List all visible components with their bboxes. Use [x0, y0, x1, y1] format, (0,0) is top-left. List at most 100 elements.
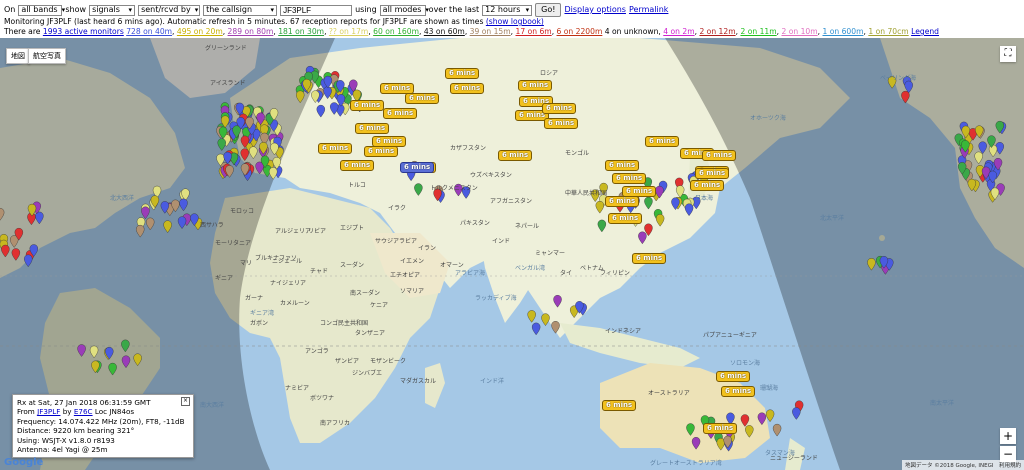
spot-time-label[interactable]: 6 mins [612, 173, 647, 184]
bands-select[interactable]: all bands ▾ [18, 4, 65, 16]
band-link[interactable]: 4 on 2m [663, 27, 694, 36]
spot-time-label[interactable]: 6 mins [721, 386, 756, 397]
modes-select[interactable]: all modes ▾ [379, 4, 429, 16]
place-label: アルジェリア [275, 228, 311, 235]
place-label: サウジアラビア [375, 238, 418, 245]
monitor-marker[interactable] [541, 313, 550, 326]
spot-time-label[interactable]: 6 mins [602, 400, 637, 411]
target-select[interactable]: the callsign ▾ [203, 4, 278, 16]
spot-time-label[interactable]: 6 mins [364, 146, 399, 157]
spot-time-label[interactable]: 6 mins [605, 160, 640, 171]
place-label: カザフスタン [450, 145, 487, 152]
monitor-marker[interactable] [527, 310, 536, 323]
band-link[interactable]: 728 on 40m [126, 27, 172, 36]
chevron-down-icon: ▾ [61, 6, 66, 14]
band-link[interactable]: ?? on 17m [329, 27, 368, 36]
place-label: 中華人民共和国 [565, 190, 608, 197]
place-label: ナミビア [285, 385, 310, 392]
monitor-marker[interactable] [765, 409, 775, 423]
spot-time-label[interactable]: 6 mins [383, 108, 418, 119]
spot-time-label[interactable]: 6 mins [355, 123, 390, 134]
monitors-line: There are 1993 active monitors 728 on 40… [4, 27, 1020, 37]
spot-time-label[interactable]: 6 mins [405, 93, 440, 104]
place-label: 西サハラ [200, 222, 224, 229]
band-link[interactable]: 2 on 11m [740, 27, 776, 36]
map-copyright[interactable]: 地図データ ©2018 Google, INEGI 利用規約 [902, 460, 1024, 470]
go-button[interactable]: Go! [535, 3, 562, 17]
band-link[interactable]: 6 on 2200m [557, 27, 603, 36]
spot-time-label-selected[interactable]: 6 mins [400, 162, 435, 173]
place-label: イラク [388, 205, 407, 212]
place-label: ミャンマー [535, 250, 566, 257]
spot-time-label[interactable]: 6 mins [605, 196, 640, 207]
period-select[interactable]: 12 hours ▾ [482, 4, 533, 16]
google-logo: Google [4, 457, 44, 468]
place-label: イラン [418, 245, 437, 252]
place-label: ガーナ [245, 295, 264, 302]
band-link[interactable]: 2 on 10m [781, 27, 817, 36]
spot-time-label[interactable]: 6 mins [608, 213, 643, 224]
info-distance: Distance: 9220 km bearing 321° [17, 426, 135, 436]
band-link[interactable]: 2 on 12m [699, 27, 735, 36]
display-options-link[interactable]: Display options [564, 4, 626, 16]
spot-time-label[interactable]: 6 mins [498, 150, 533, 161]
monitor-marker[interactable] [772, 423, 782, 437]
band-link[interactable]: 17 on 6m [516, 27, 552, 36]
band-link[interactable]: 181 on 30m [278, 27, 324, 36]
band-link[interactable]: 43 on 60m [424, 27, 465, 36]
spot-time-label[interactable]: 6 mins [632, 253, 667, 264]
monitors-prefix: There are [4, 27, 41, 36]
band-links-group: 728 on 40m, 495 on 20m, 289 on 80m, 181 … [126, 27, 603, 36]
place-label: エチオピア [390, 272, 421, 279]
band-link[interactable]: 39 on 15m [470, 27, 511, 36]
place-label: チャド [310, 268, 328, 275]
permalink-link[interactable]: Permalink [629, 4, 668, 16]
fullscreen-icon[interactable]: ⛶ [1000, 46, 1016, 62]
status-line: Monitoring JF3PLF (last heard 6 mins ago… [4, 17, 1020, 27]
show-select[interactable]: signals ▾ [89, 4, 136, 16]
spot-time-label[interactable]: 6 mins [542, 103, 577, 114]
spot-time-label[interactable]: 6 mins [695, 168, 730, 179]
place-label: ネパール [515, 223, 540, 230]
spot-time-label[interactable]: 6 mins [318, 143, 353, 154]
show-logbook-link[interactable]: (show logbook) [486, 17, 544, 26]
band-link[interactable]: 60 on 160m [373, 27, 419, 36]
monitor-marker[interactable] [531, 322, 541, 336]
spot-time-label[interactable]: 6 mins [450, 83, 485, 94]
zoom-in-button[interactable]: + [1000, 428, 1016, 444]
spot-time-label[interactable]: 6 mins [518, 80, 553, 91]
monitor-marker[interactable] [792, 407, 801, 420]
legend-link[interactable]: Legend [911, 27, 939, 36]
place-label: マダガスカル [400, 378, 437, 385]
place-label: ナイジェリア [270, 280, 307, 287]
from-call-link[interactable]: JF3PLF [37, 407, 60, 416]
band-link[interactable]: 1 on 70cm [868, 27, 908, 36]
map-view[interactable]: ロシア カザフスタン モンゴル 中華人民共和国 インド イラン サウジアラビア エジプト リビア… [0, 38, 1024, 470]
ocean-label: ベーリング海 [880, 75, 917, 82]
spot-time-label[interactable]: 6 mins [350, 100, 385, 111]
active-monitors-link[interactable]: 1993 active monitors [43, 27, 124, 36]
spot-time-label[interactable]: 6 mins [544, 118, 579, 129]
place-label: モンゴル [565, 150, 590, 157]
band-link[interactable]: 289 on 80m [228, 27, 274, 36]
spot-time-label[interactable]: 6 mins [702, 150, 737, 161]
spot-time-label[interactable]: 6 mins [716, 371, 751, 382]
spot-time-label[interactable]: 6 mins [690, 180, 725, 191]
spot-time-label[interactable]: 6 mins [445, 68, 480, 79]
callsign-input[interactable] [280, 4, 353, 16]
band-link[interactable]: 495 on 20m [177, 27, 223, 36]
spot-time-label[interactable]: 6 mins [645, 136, 680, 147]
map-type-satellite-button[interactable]: 航空写真 [28, 48, 66, 64]
band-link[interactable]: 1 on 600m [822, 27, 863, 36]
ocean-label: 北大西洋 [110, 195, 135, 202]
chevron-down-icon: ▾ [128, 6, 133, 14]
map-type-map-button[interactable]: 地図 [6, 48, 30, 64]
close-icon[interactable]: × [181, 397, 190, 406]
direction-select[interactable]: sent/rcvd by ▾ [138, 4, 201, 16]
spot-time-label[interactable]: 6 mins [703, 423, 738, 434]
ocean-label: 南太平洋 [930, 400, 955, 407]
spot-time-label[interactable]: 6 mins [340, 160, 375, 171]
place-label: ガボン [250, 320, 269, 327]
by-call-link[interactable]: E76C [74, 407, 93, 416]
place-label: ギニア [215, 275, 234, 282]
